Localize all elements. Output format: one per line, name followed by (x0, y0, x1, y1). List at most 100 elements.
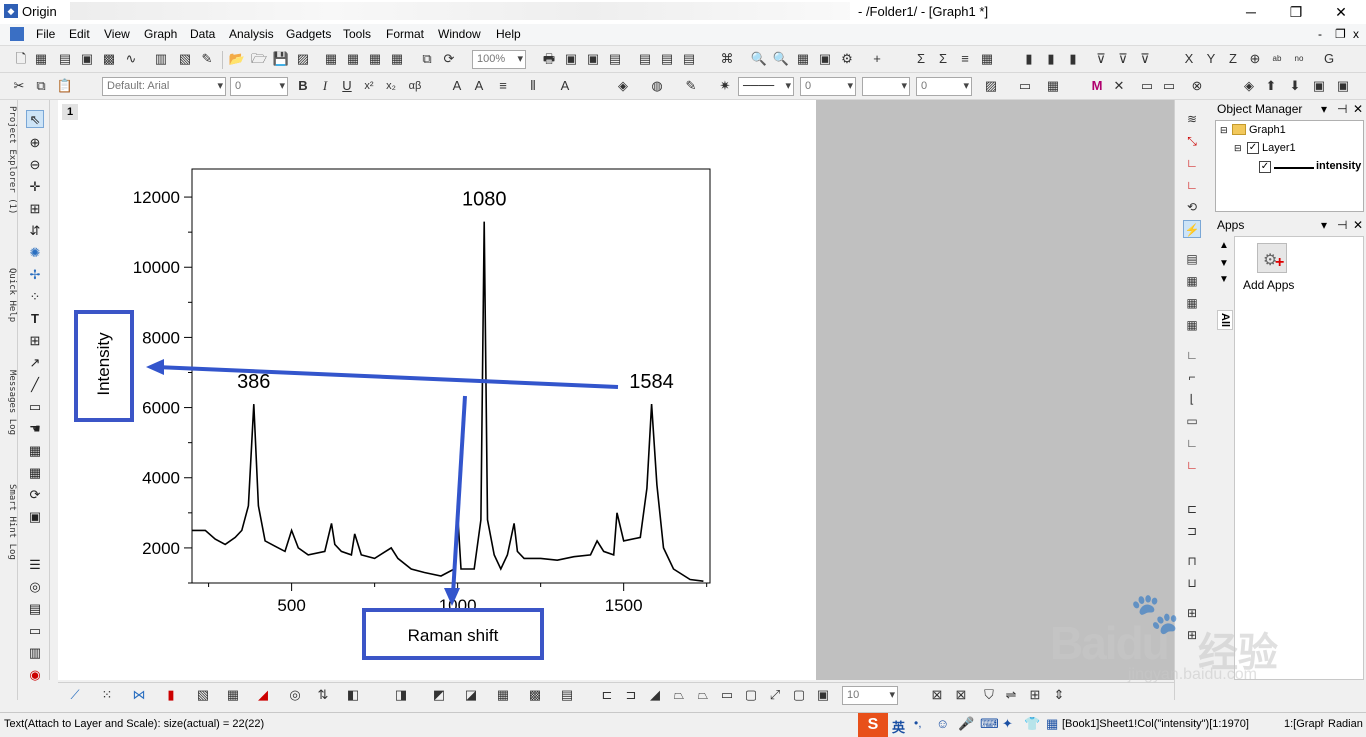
emoji-icon[interactable]: ☺ (936, 716, 949, 731)
peak-label: 1584 (629, 371, 674, 393)
raman-shift-callout[interactable]: Raman shift (362, 608, 544, 660)
axis-top-icon[interactable]: ⌐ (1183, 368, 1201, 386)
layer-stack-icon[interactable]: ≋ (1183, 110, 1201, 128)
box-icon[interactable]: ▭ (718, 686, 736, 704)
y-tick-label: 12000 (133, 188, 180, 207)
y-tick-label: 2000 (142, 539, 180, 558)
cone-icon[interactable]: ⏢ (694, 686, 712, 704)
axis-left-icon[interactable]: ⌊ (1183, 390, 1201, 408)
size-combo[interactable]: 10 (842, 686, 898, 705)
apps-close-icon[interactable]: ✕ (1353, 216, 1363, 234)
layer-checkbox[interactable]: ✓ (1247, 142, 1259, 154)
align-left-icon[interactable]: ⊏ (1183, 500, 1201, 518)
baidu-watermark: 🐾 Baidu 经验 jingyan.baidu.com (1050, 592, 1350, 686)
collapse-icon[interactable]: ⊟ (1220, 125, 1228, 136)
resize-icon[interactable]: ⤢ (766, 686, 784, 704)
plot-checkbox[interactable]: ✓ (1259, 161, 1271, 173)
scatter-plot-icon[interactable]: ⁙ (98, 686, 116, 704)
axis-break-icon[interactable]: ∟ (1183, 456, 1201, 474)
image-plot-icon[interactable]: ▩ (526, 686, 544, 704)
copy-format-icon[interactable]: ▣ (814, 686, 832, 704)
shape-icon[interactable]: ◢ (646, 686, 664, 704)
matrix-plot-icon[interactable]: ▦ (494, 686, 512, 704)
y-axis-title: Intensity (94, 332, 113, 396)
scroll-up-icon[interactable]: ▲ (1219, 240, 1229, 251)
split-icon[interactable]: ⊞ (1026, 686, 1044, 704)
align-l-icon[interactable]: ⊏ (598, 686, 616, 704)
person-icon[interactable]: ✦ (1002, 716, 1013, 732)
status-message: Text(Attach to Layer and Scale): size(ac… (4, 718, 265, 730)
flip-icon[interactable]: ⇌ (1002, 686, 1020, 704)
object-manager-title: Object Manager (1217, 102, 1303, 116)
resize-v-icon[interactable]: ⇕ (1050, 686, 1068, 704)
group-icon[interactable]: ⊠ (928, 686, 946, 704)
plus-icon: + (1275, 254, 1285, 271)
new-legend-icon[interactable]: ▤ (1183, 250, 1201, 268)
punctuation-icon[interactable]: •, (914, 716, 922, 730)
add-apps-icon[interactable]: ⚙ + (1257, 243, 1287, 273)
status-bar: Text(Attach to Layer and Scale): size(ac… (0, 712, 1366, 737)
shade-icon[interactable]: ▤ (558, 686, 576, 704)
column-plot-icon[interactable]: ▮ (162, 686, 180, 704)
scroll-down-icon[interactable]: ▼ (1219, 258, 1229, 269)
y-tick-label: 4000 (142, 469, 180, 488)
object-tree: ⊟ Graph1 ⊟ ✓ Layer1 ✓ intensity (1215, 120, 1364, 212)
rescale-y-icon[interactable]: ∟ (1183, 176, 1201, 194)
align-c-icon[interactable]: ⊐ (622, 686, 640, 704)
layer-mgmt-icon[interactable]: ▦ (1183, 316, 1201, 334)
area-plot-icon[interactable]: ▧ (194, 686, 212, 704)
line-plot-icon[interactable]: ⟋ (66, 686, 84, 704)
3d-bar-icon[interactable]: ◨ (392, 686, 410, 704)
intensity-callout[interactable]: Intensity (74, 310, 134, 422)
ime-mode[interactable]: 英 (892, 717, 905, 736)
tree-graph[interactable]: Graph1 (1249, 124, 1286, 136)
template-icon[interactable]: ◧ (344, 686, 362, 704)
tree-layer[interactable]: Layer1 (1262, 142, 1296, 154)
axis-box-icon[interactable]: ▭ (1183, 412, 1201, 430)
polar-plot-icon[interactable]: ◎ (286, 686, 304, 704)
y-tick-label: 10000 (133, 258, 180, 277)
ime-logo-icon[interactable]: S (858, 713, 888, 737)
ungroup-icon[interactable]: ⊠ (952, 686, 970, 704)
scroll-more-icon[interactable]: ▼ (1219, 274, 1229, 285)
stock-plot-icon[interactable]: ⇅ (314, 686, 332, 704)
align-bottom-icon[interactable]: ⊔ (1183, 574, 1201, 592)
skin-icon[interactable]: 👕 (1024, 716, 1040, 732)
square-icon[interactable]: ▢ (742, 686, 760, 704)
merge-layer-icon[interactable]: ▦ (1183, 294, 1201, 312)
rescale-x-icon[interactable]: ∟ (1183, 154, 1201, 172)
rounded-icon[interactable]: ▢ (790, 686, 808, 704)
align-top-icon[interactable]: ⊓ (1183, 552, 1201, 570)
2d-graphs-toolbar: ⟋ ⁙ ⋈ ▮ ▧ ▦ ◢ ◎ ⇅ ◧ ◨ ◩ ◪ ▦ ▩ ▤ ⊏ ⊐ ◢ ⏢ … (58, 682, 1174, 708)
status-layer-info: 1:[Graph1]1!1 (1284, 718, 1324, 730)
align-right-icon[interactable]: ⊐ (1183, 522, 1201, 540)
apps-menu-icon[interactable]: ▾ (1321, 216, 1327, 234)
apps-pin-icon[interactable]: ⊣ (1337, 216, 1347, 234)
pin-icon[interactable]: ⊣ (1337, 100, 1347, 118)
apps-header: Apps ▾ ⊣ ✕ (1213, 216, 1366, 234)
panel-close-icon[interactable]: ✕ (1353, 100, 1363, 118)
tree-plot[interactable]: intensity (1316, 160, 1361, 172)
watermark-brand: Baidu (1050, 617, 1170, 669)
contour-plot-icon[interactable]: ▦ (224, 686, 242, 704)
rescale-auto-icon[interactable]: ⟲ (1183, 198, 1201, 216)
anti-alias-icon[interactable]: ⚡ (1183, 220, 1201, 238)
wire-icon[interactable]: ◪ (462, 686, 480, 704)
grid-icon[interactable]: ▦ (1046, 716, 1058, 732)
front-icon[interactable]: ⛉ (980, 686, 998, 704)
rescale-xy-icon[interactable]: ⤡ (1183, 132, 1201, 150)
panel-menu-icon[interactable]: ▾ (1321, 100, 1327, 118)
collapse-layer-icon[interactable]: ⊟ (1234, 143, 1242, 154)
trapezoid-icon[interactable]: ⏢ (670, 686, 688, 704)
add-apps-label[interactable]: Add Apps (1243, 278, 1294, 292)
keyboard-icon[interactable]: ⌨ (980, 716, 999, 732)
3d-plot-icon[interactable]: ◢ (254, 686, 272, 704)
annotation-arrows (146, 359, 619, 606)
surface-icon[interactable]: ◩ (430, 686, 448, 704)
axis-corner-icon[interactable]: ∟ (1183, 434, 1201, 452)
axis-bottom-icon[interactable]: ∟ (1183, 346, 1201, 364)
add-layer-icon[interactable]: ▦ (1183, 272, 1201, 290)
tab-all[interactable]: All (1217, 310, 1233, 331)
voice-icon[interactable]: 🎤 (958, 716, 974, 732)
line-symbol-icon[interactable]: ⋈ (130, 686, 148, 704)
